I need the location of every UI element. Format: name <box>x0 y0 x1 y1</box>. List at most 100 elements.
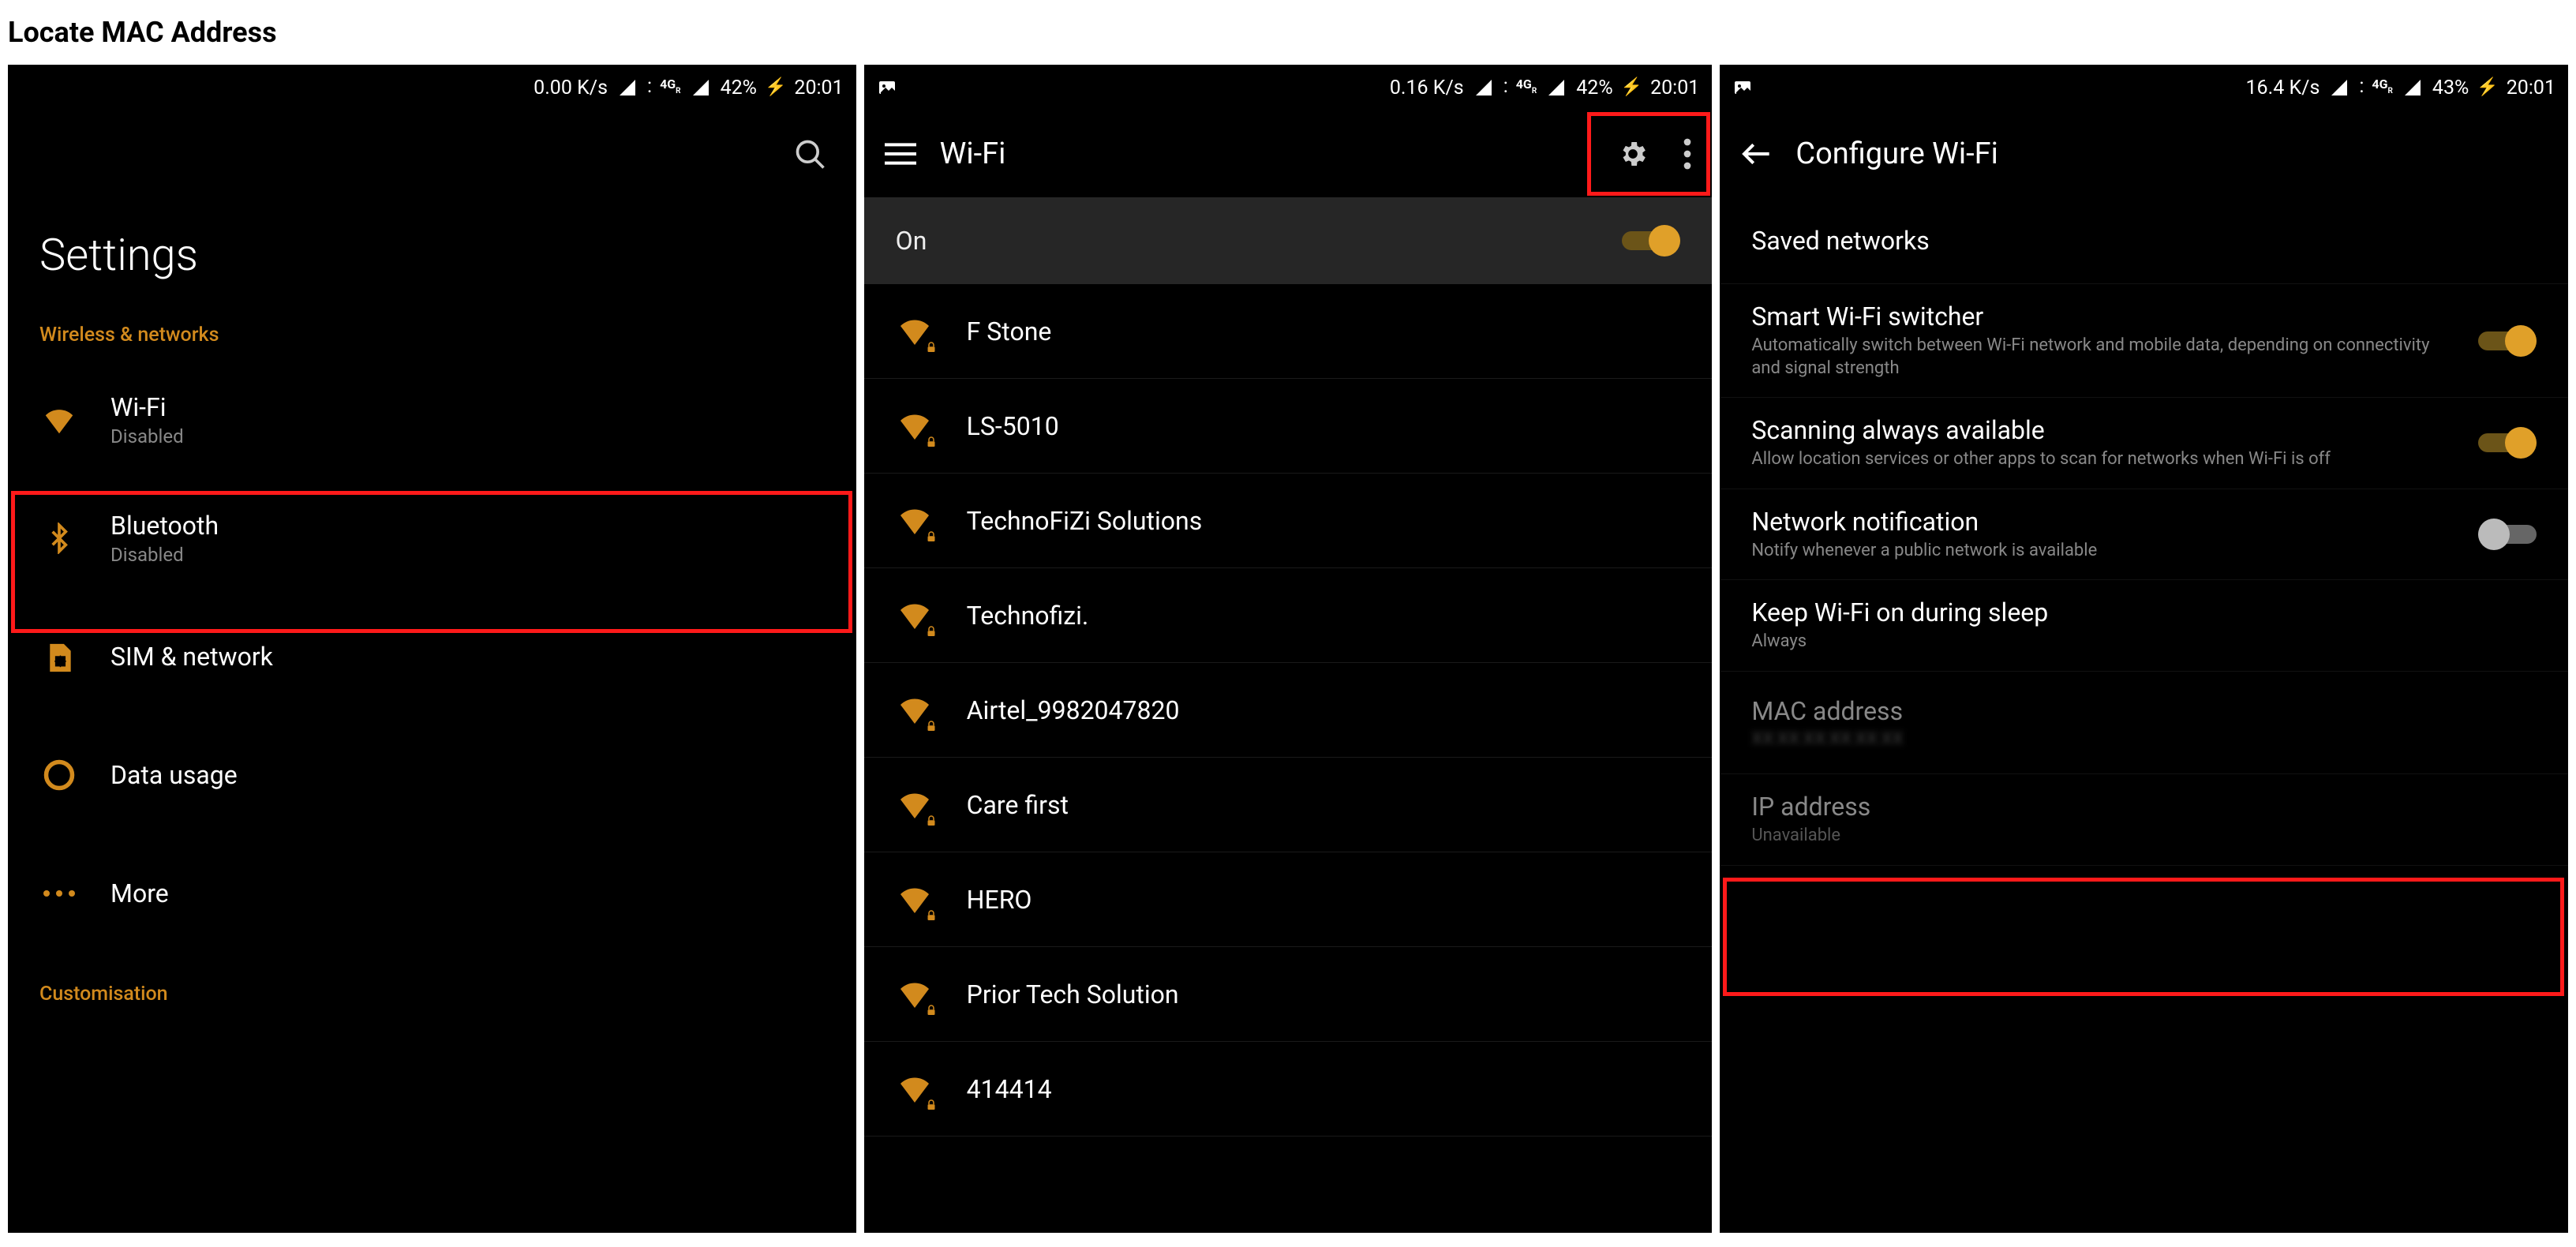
row-more[interactable]: More <box>8 834 856 953</box>
lock-icon <box>924 719 938 733</box>
item-subtitle: Unavailable <box>1751 825 1870 848</box>
wifi-signal-icon <box>896 880 935 919</box>
charging-icon: ⚡ <box>1621 77 1642 97</box>
back-icon[interactable] <box>1740 138 1772 170</box>
row-bluetooth[interactable]: Bluetooth Disabled <box>8 479 856 597</box>
phone-wifi: 0.16 K/s : 4GR 42% ⚡ 20:01 Wi-Fi <box>864 65 1713 1233</box>
bluetooth-icon <box>39 519 79 558</box>
battery-percent: 42% <box>1576 77 1612 99</box>
lock-icon <box>924 1003 938 1017</box>
saved-networks[interactable]: Saved networks <box>1720 197 2568 284</box>
row-label: Wi-Fi <box>110 392 184 422</box>
wifi-network-name: Airtel_9982047820 <box>967 695 1180 725</box>
wifi-signal-icon <box>896 312 935 351</box>
item-title: MAC address <box>1751 696 1903 726</box>
item-smart-switcher[interactable]: Smart Wi-Fi switcher Automatically switc… <box>1720 284 2568 398</box>
configure-header: Configure Wi-Fi <box>1720 110 2568 197</box>
net-speed: 16.4 K/s <box>2246 77 2320 99</box>
screenshot-icon <box>1732 78 1753 97</box>
notification-toggle[interactable] <box>2478 517 2537 552</box>
item-scanning[interactable]: Scanning always available Allow location… <box>1720 398 2568 489</box>
item-subtitle: Always <box>1751 631 2048 653</box>
row-sim[interactable]: SIM & network <box>8 597 856 716</box>
wifi-toggle-bar: On <box>864 197 1713 284</box>
configure-title: Configure Wi-Fi <box>1795 137 1998 171</box>
item-ip-address: IP address Unavailable <box>1720 774 2568 866</box>
settings-title: Settings <box>8 197 856 309</box>
charging-icon: ⚡ <box>2477 77 2498 97</box>
wifi-network-row[interactable]: Prior Tech Solution <box>864 947 1713 1042</box>
gear-icon[interactable] <box>1617 138 1649 170</box>
settings-list: Wi-Fi Disabled Bluetooth Disabled SIM <box>8 361 856 953</box>
row-label: Data usage <box>110 760 238 790</box>
wifi-network-row[interactable]: Technofizi. <box>864 568 1713 663</box>
net-speed: 0.00 K/s <box>534 77 608 99</box>
wifi-toggle[interactable] <box>1622 223 1680 258</box>
wifi-network-row[interactable]: Airtel_9982047820 <box>864 663 1713 758</box>
configure-list: Smart Wi-Fi switcher Automatically switc… <box>1720 284 2568 866</box>
wifi-network-name: F Stone <box>967 316 1052 346</box>
signal-icon-2 <box>689 78 713 97</box>
row-data-usage[interactable]: Data usage <box>8 716 856 834</box>
wifi-signal-icon <box>896 596 935 635</box>
network-type: 4GR <box>660 77 681 94</box>
lock-icon <box>924 530 938 544</box>
row-wifi[interactable]: Wi-Fi Disabled <box>8 361 856 479</box>
lock-icon <box>924 435 938 449</box>
wifi-network-name: LS-5010 <box>967 411 1059 441</box>
row-label: Bluetooth <box>110 511 219 541</box>
wifi-network-row[interactable]: LS-5010 <box>864 379 1713 474</box>
wifi-network-name: 414414 <box>967 1074 1052 1104</box>
section-wireless: Wireless & networks <box>8 309 856 361</box>
row-label: SIM & network <box>110 642 273 672</box>
search-icon[interactable] <box>793 137 828 175</box>
signal-icon-2 <box>2401 78 2424 97</box>
wifi-network-row[interactable]: Care first <box>864 758 1713 852</box>
wifi-network-name: Technofizi. <box>967 601 1089 631</box>
overflow-icon[interactable] <box>1683 138 1691 170</box>
scanning-toggle[interactable] <box>2478 425 2537 460</box>
wifi-header: Wi-Fi <box>864 110 1713 197</box>
app-header <box>8 110 856 197</box>
status-bar: 0.00 K/s : 4GR 42% ⚡ 20:01 <box>8 65 856 110</box>
sim-icon <box>39 637 79 676</box>
wifi-signal-icon <box>896 501 935 541</box>
wifi-network-row[interactable]: F Stone <box>864 284 1713 379</box>
wifi-title: Wi-Fi <box>940 137 1006 171</box>
mac-value-blurred: XX:XX:XX:XX:XX:XX <box>1751 729 1903 749</box>
clock: 20:01 <box>1650 77 1699 99</box>
smart-switch-toggle[interactable] <box>2478 324 2537 358</box>
wifi-network-row[interactable]: HERO <box>864 852 1713 947</box>
net-speed: 0.16 K/s <box>1390 77 1464 99</box>
item-network-notification[interactable]: Network notification Notify whenever a p… <box>1720 489 2568 581</box>
lock-icon <box>924 624 938 638</box>
wifi-network-row[interactable]: 414414 <box>864 1042 1713 1137</box>
item-title: IP address <box>1751 792 1870 822</box>
charging-icon: ⚡ <box>765 77 786 97</box>
wifi-network-name: TechnoFiZi Solutions <box>967 506 1203 536</box>
signal-icon-2 <box>1544 78 1568 97</box>
wifi-network-name: Care first <box>967 790 1069 820</box>
data-usage-icon <box>39 755 79 795</box>
item-subtitle: Notify whenever a public network is avai… <box>1751 540 2097 563</box>
screenshot-icon <box>877 78 897 97</box>
separator: : <box>1503 75 1508 98</box>
row-sublabel: Disabled <box>110 544 219 566</box>
wifi-network-name: HERO <box>967 885 1032 915</box>
item-title: Scanning always available <box>1751 415 2331 445</box>
wifi-signal-icon <box>896 785 935 825</box>
item-title: Network notification <box>1751 507 2097 537</box>
row-label: More <box>110 878 169 908</box>
phone-configure-wifi: 16.4 K/s : 4GR 43% ⚡ 20:01 Configure Wi-… <box>1720 65 2568 1233</box>
clock: 20:01 <box>794 77 843 99</box>
lock-icon <box>924 340 938 354</box>
item-keep-on-sleep[interactable]: Keep Wi-Fi on during sleep Always <box>1720 580 2568 672</box>
wifi-signal-icon <box>896 406 935 446</box>
wifi-network-row[interactable]: TechnoFiZi Solutions <box>864 474 1713 568</box>
item-subtitle: Automatically switch between Wi-Fi netwo… <box>1751 335 2462 380</box>
menu-icon[interactable] <box>885 142 916 166</box>
wifi-network-list: F Stone LS-5010 TechnoFiZi Solutions Techno… <box>864 284 1713 1137</box>
wifi-network-name: Prior Tech Solution <box>967 979 1179 1009</box>
lock-icon <box>924 908 938 923</box>
item-title: Keep Wi-Fi on during sleep <box>1751 597 2048 627</box>
